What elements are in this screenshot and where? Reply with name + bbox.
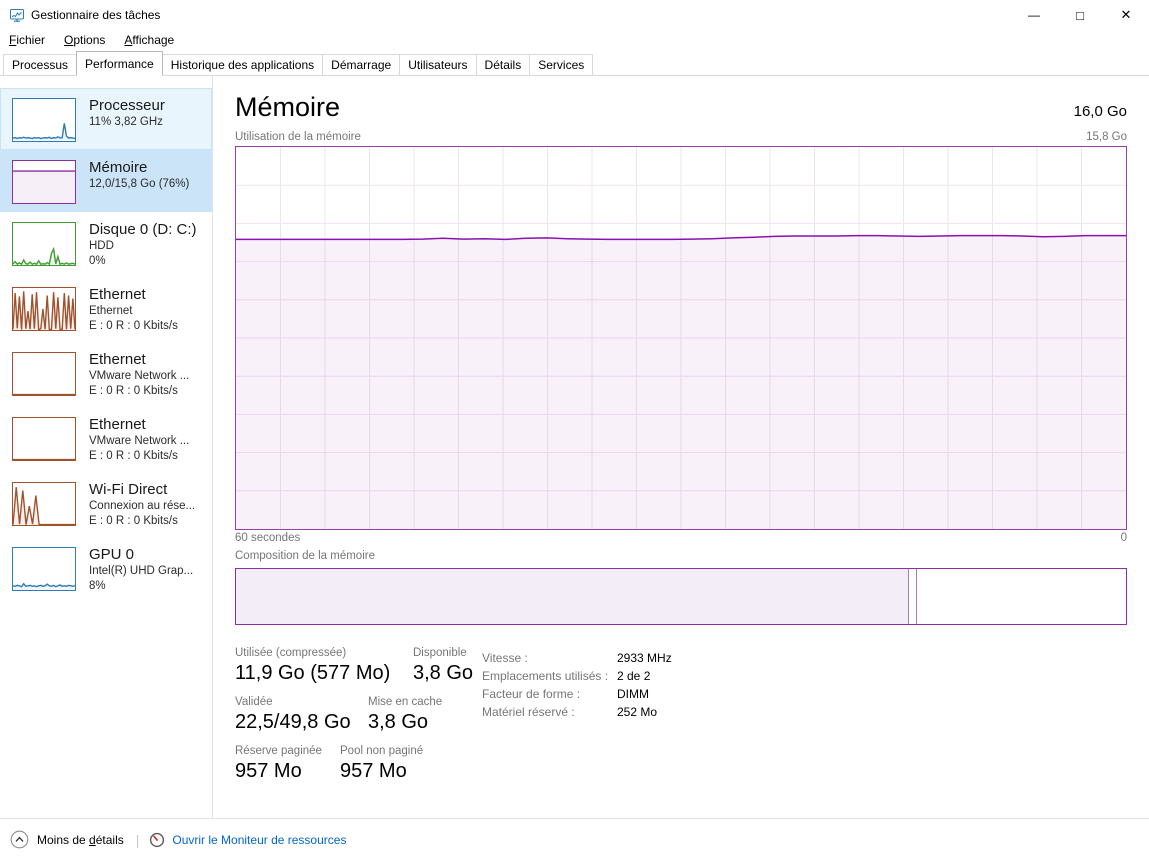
maximize-button[interactable]: □ — [1057, 0, 1103, 30]
sidebar-item-gpu0[interactable]: GPU 0Intel(R) UHD Grap...8% — [0, 537, 212, 602]
composition-segment-in-use — [236, 569, 909, 624]
tab-performance[interactable]: Performance — [76, 51, 163, 76]
sidebar-item-subtitle: VMware Network ... — [89, 369, 189, 384]
ethernet2-mini-graph — [12, 352, 76, 396]
sidebar-item-subtitle: 12,0/15,8 Go (76%) — [89, 177, 189, 192]
fewer-details-button[interactable]: Moins de détails — [10, 830, 124, 849]
tab-historique-des-applications[interactable]: Historique des applications — [162, 54, 323, 75]
composition-label: Composition de la mémoire — [235, 550, 1127, 568]
footer-divider: | — [136, 832, 140, 848]
sidebar-item-subtitle: 8% — [89, 579, 193, 594]
ethernet3-mini-graph — [12, 417, 76, 461]
sidebar-item-subtitle: E : 0 R : 0 Kbits/s — [89, 514, 195, 529]
stat-r-serve-pagin-e: Réserve paginée957 Mo — [235, 745, 340, 783]
sidebar-item-title: Ethernet — [89, 350, 189, 369]
resource-monitor-icon — [149, 832, 165, 848]
stat-mise-en-cache: Mise en cache3,8 Go — [368, 696, 442, 734]
memory-composition-bar[interactable] — [235, 568, 1127, 625]
close-button[interactable]: ✕ — [1103, 0, 1149, 30]
menu-bar: Fichier Options Affichage — [0, 30, 1149, 52]
sidebar-item-subtitle: HDD — [89, 239, 197, 254]
sidebar-item-subtitle: E : 0 R : 0 Kbits/s — [89, 384, 189, 399]
sidebar-item-subtitle: Intel(R) UHD Grap... — [89, 564, 193, 579]
sidebar-item-title: Ethernet — [89, 285, 178, 304]
memory-stats-right: Vitesse :2933 MHzEmplacements utilisés :… — [482, 649, 672, 721]
app-icon — [9, 7, 25, 23]
sidebar-item-subtitle: 11% 3,82 GHz — [89, 115, 165, 130]
minimize-button[interactable]: — — [1011, 0, 1057, 30]
disk0-mini-graph — [12, 222, 76, 266]
composition-segment-standby — [909, 569, 917, 624]
sidebar-item-subtitle: Connexion au rése... — [89, 499, 195, 514]
chevron-up-circle-icon — [10, 830, 29, 849]
status-bar: Moins de détails | Ouvrir le Moniteur de… — [0, 818, 1149, 860]
stat-valid-e: Validée22,5/49,8 Go — [235, 696, 368, 734]
open-resource-monitor-link[interactable]: Ouvrir le Moniteur de ressources — [149, 832, 346, 848]
usage-chart-label: Utilisation de la mémoire — [235, 131, 361, 143]
menu-fichier[interactable]: Fichier — [9, 31, 54, 51]
tab-processus[interactable]: Processus — [3, 54, 77, 75]
tab-d-tails[interactable]: Détails — [476, 54, 531, 75]
stat-mat-riel-r-serv-: Matériel réservé :252 Mo — [482, 703, 672, 721]
sidebar-item-title: Mémoire — [89, 158, 189, 177]
sidebar-item-ethernet1[interactable]: EthernetEthernetE : 0 R : 0 Kbits/s — [0, 277, 212, 342]
usage-chart-max: 15,8 Go — [1086, 131, 1127, 143]
sidebar-item-subtitle: E : 0 R : 0 Kbits/s — [89, 449, 189, 464]
ethernet1-mini-graph — [12, 287, 76, 331]
sidebar-item-ethernet2[interactable]: EthernetVMware Network ...E : 0 R : 0 Kb… — [0, 342, 212, 407]
gpu0-mini-graph — [12, 547, 76, 591]
memory-usage-chart[interactable] — [235, 146, 1127, 530]
stat-emplacements-utilis-s-: Emplacements utilisés :2 de 2 — [482, 667, 672, 685]
menu-affichage[interactable]: Affichage — [124, 31, 183, 51]
sidebar-item-ethernet3[interactable]: EthernetVMware Network ...E : 0 R : 0 Kb… — [0, 407, 212, 472]
stat-disponible: Disponible3,8 Go — [413, 647, 473, 685]
memory-stats: Utilisée (compressée)11,9 Go (577 Mo)Dis… — [235, 647, 1127, 783]
sidebar-item-subtitle: E : 0 R : 0 Kbits/s — [89, 319, 178, 334]
cpu-mini-graph — [12, 98, 76, 142]
tab-bar: ProcessusPerformanceHistorique des appli… — [0, 52, 1149, 76]
performance-sidebar: Processeur11% 3,82 GHzMémoire12,0/15,8 G… — [0, 76, 213, 818]
sidebar-item-title: Processeur — [89, 96, 165, 115]
wifi-direct-mini-graph — [12, 482, 76, 526]
stat-facteur-de-forme-: Facteur de forme :DIMM — [482, 685, 672, 703]
stat-utilis-e-compress-e-: Utilisée (compressée)11,9 Go (577 Mo) — [235, 647, 413, 685]
sidebar-item-subtitle: 0% — [89, 254, 197, 269]
tab-services[interactable]: Services — [529, 54, 593, 75]
window-title: Gestionnaire des tâches — [31, 8, 160, 22]
sidebar-item-subtitle: VMware Network ... — [89, 434, 189, 449]
title-bar: Gestionnaire des tâches — □ ✕ — [0, 0, 1149, 30]
stat-vitesse-: Vitesse :2933 MHz — [482, 649, 672, 667]
composition-segment-free — [917, 569, 1126, 624]
memory-mini-graph — [12, 160, 76, 204]
sidebar-item-disk0[interactable]: Disque 0 (D: C:)HDD0% — [0, 212, 212, 277]
memory-panel: Mémoire 16,0 Go Utilisation de la mémoir… — [213, 76, 1149, 818]
sidebar-item-subtitle: Ethernet — [89, 304, 178, 319]
memory-stats-left: Utilisée (compressée)11,9 Go (577 Mo)Dis… — [235, 647, 1127, 783]
tab-d-marrage[interactable]: Démarrage — [322, 54, 400, 75]
memory-total: 16,0 Go — [1074, 103, 1127, 122]
sidebar-item-title: Ethernet — [89, 415, 189, 434]
stat-pool-non-pagin-: Pool non paginé957 Mo — [340, 745, 423, 783]
sidebar-item-cpu[interactable]: Processeur11% 3,82 GHz — [0, 88, 212, 150]
time-axis-label: 60 secondes — [235, 532, 300, 547]
tab-utilisateurs[interactable]: Utilisateurs — [399, 54, 476, 75]
sidebar-item-title: Wi-Fi Direct — [89, 480, 195, 499]
menu-options[interactable]: Options — [64, 31, 114, 51]
zero-axis-label: 0 — [1121, 532, 1127, 547]
sidebar-item-title: GPU 0 — [89, 545, 193, 564]
sidebar-item-wifi-direct[interactable]: Wi-Fi DirectConnexion au rése...E : 0 R … — [0, 472, 212, 537]
page-title: Mémoire — [235, 92, 340, 122]
sidebar-item-memory[interactable]: Mémoire12,0/15,8 Go (76%) — [0, 150, 212, 212]
sidebar-item-title: Disque 0 (D: C:) — [89, 220, 197, 239]
